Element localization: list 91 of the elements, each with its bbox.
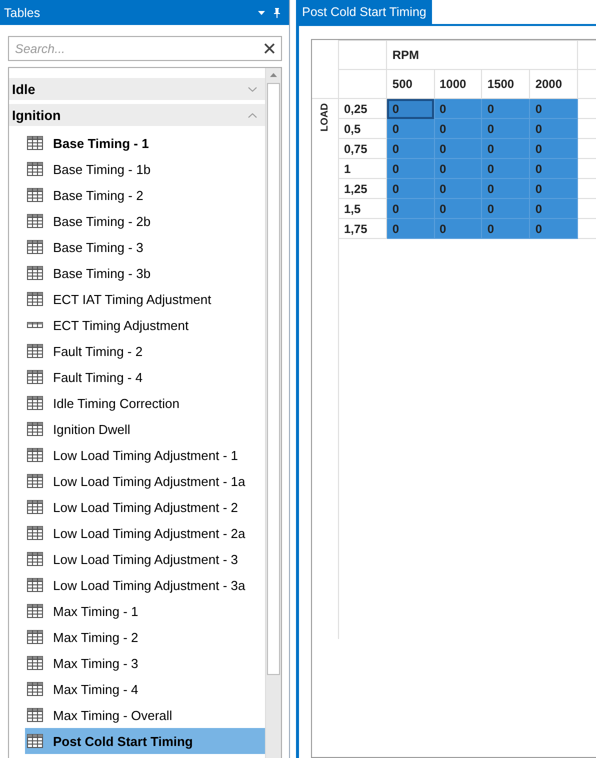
table-list-item[interactable]: Post Cold Start Timing (25, 728, 265, 754)
table-grid-icon (27, 630, 43, 644)
table-list-item[interactable]: Base Timing - 3b (25, 260, 265, 286)
panel-title: Tables (4, 6, 42, 20)
table-list-item[interactable]: Base Timing - 2 (25, 182, 265, 208)
table-list-item[interactable]: Ignition Dwell (25, 416, 265, 442)
table-cell[interactable]: 0 (530, 138, 578, 158)
table-list-item[interactable]: Fault Timing - 4 (25, 364, 265, 390)
table-grid-icon (27, 500, 43, 514)
table-list-item[interactable]: Max Timing - Overall (25, 702, 265, 728)
table-cell[interactable]: 0 (434, 138, 482, 158)
table-cell[interactable]: 0 (482, 118, 530, 138)
table-grid-icon (27, 604, 43, 618)
table-grid-icon (27, 370, 43, 384)
table-row-icon (27, 322, 43, 328)
table-list-item[interactable]: Max Timing - 2 (25, 624, 265, 650)
table-list-item[interactable]: Base Timing - 1b (25, 156, 265, 182)
scroll-up-icon[interactable] (270, 73, 277, 77)
table-cell[interactable]: 0 (482, 158, 530, 178)
chevron-up-icon (248, 112, 257, 118)
table-list-item[interactable]: Max Timing - 3 (25, 650, 265, 676)
table-cell[interactable]: 0 (482, 198, 530, 218)
table-grid-icon (27, 188, 43, 202)
table-grid-icon (27, 448, 43, 462)
table-cell[interactable]: 0 (434, 98, 482, 118)
table-cell[interactable]: 0 (530, 98, 578, 118)
table-grid-icon (27, 396, 43, 410)
table-list-item[interactable]: Low Load Timing Adjustment - 3a (25, 572, 265, 598)
table-cell[interactable]: 0 (386, 178, 434, 198)
table-cell[interactable]: 0 (530, 158, 578, 178)
column-axis-label: RPM (386, 40, 578, 70)
table-grid-icon (27, 526, 43, 540)
scrollbar-thumb[interactable] (267, 83, 280, 675)
table-cell[interactable]: 0 (386, 138, 434, 158)
table-grid-icon (27, 136, 43, 150)
table-cell[interactable]: 0 (434, 158, 482, 178)
table-cell[interactable]: 0 (386, 198, 434, 218)
table-grid-icon (27, 266, 43, 280)
pin-icon[interactable] (273, 8, 281, 18)
group-header[interactable]: Idle (9, 78, 265, 100)
table-list-item[interactable]: Fault Timing - 2 (25, 338, 265, 364)
table-cell[interactable]: 0 (482, 98, 530, 118)
table-cell[interactable]: 0 (530, 118, 578, 138)
table-list-item[interactable]: Low Load Timing Adjustment - 1 (25, 442, 265, 468)
table-cell[interactable]: 0 (434, 198, 482, 218)
table-cell[interactable]: 0 (434, 118, 482, 138)
search-field[interactable]: Search... (8, 36, 282, 61)
close-icon[interactable] (264, 43, 275, 54)
table-list-item[interactable]: Max Timing - 1 (25, 598, 265, 624)
table-grid-icon (27, 240, 43, 254)
table-grid-icon (27, 682, 43, 696)
table-list-item[interactable]: ECT Timing Adjustment (25, 312, 265, 338)
table-cell[interactable]: 0 (386, 218, 434, 238)
table-cell[interactable]: 0 (482, 218, 530, 238)
document-tab[interactable]: Post Cold Start Timing (296, 0, 432, 24)
table-grid-icon (27, 474, 43, 488)
table-cell[interactable]: 0 (482, 178, 530, 198)
table-list-item[interactable]: Low Load Timing Adjustment - 3 (25, 546, 265, 572)
group-header[interactable]: Ignition (9, 104, 265, 126)
table-cell[interactable]: 0 (386, 98, 434, 118)
table-grid-icon (27, 344, 43, 358)
scrollbar[interactable] (265, 68, 281, 758)
table-list-item[interactable]: Idle Timing Correction (25, 390, 265, 416)
table-grid-icon (27, 552, 43, 566)
table-cell[interactable]: 0 (530, 178, 578, 198)
table-cell[interactable]: 0 (386, 158, 434, 178)
table-list-item[interactable]: Low Load Timing Adjustment - 2a (25, 520, 265, 546)
table-grid-icon (27, 214, 43, 228)
table-list-item[interactable]: Max Timing - 4 (25, 676, 265, 702)
dropdown-icon[interactable] (258, 10, 265, 14)
table-grid-icon (27, 708, 43, 722)
table-grid-icon (27, 734, 43, 748)
chevron-down-icon (248, 86, 257, 92)
table-list-item[interactable]: ECT IAT Timing Adjustment (25, 286, 265, 312)
table-list-item[interactable]: Low Load Timing Adjustment - 2 (25, 494, 265, 520)
table-grid-icon (27, 292, 43, 306)
table-cell[interactable]: 0 (434, 178, 482, 198)
table-grid-icon (27, 162, 43, 176)
table-grid-icon (27, 656, 43, 670)
table-list-item[interactable]: Base Timing - 2b (25, 208, 265, 234)
table-cell[interactable]: 0 (434, 218, 482, 238)
table-cell[interactable]: 0 (482, 138, 530, 158)
table-list-item[interactable]: Base Timing - 1 (25, 130, 265, 156)
table-list-item[interactable]: Low Load Timing Adjustment - 1a (25, 468, 265, 494)
table-grid-icon (27, 578, 43, 592)
table-cell[interactable]: 0 (530, 198, 578, 218)
table-grid-icon (27, 422, 43, 436)
table-list-item[interactable]: Base Timing - 3 (25, 234, 265, 260)
table-cell[interactable]: 0 (386, 118, 434, 138)
row-axis-label: LOAD (320, 106, 330, 132)
table-cell[interactable]: 0 (530, 218, 578, 238)
